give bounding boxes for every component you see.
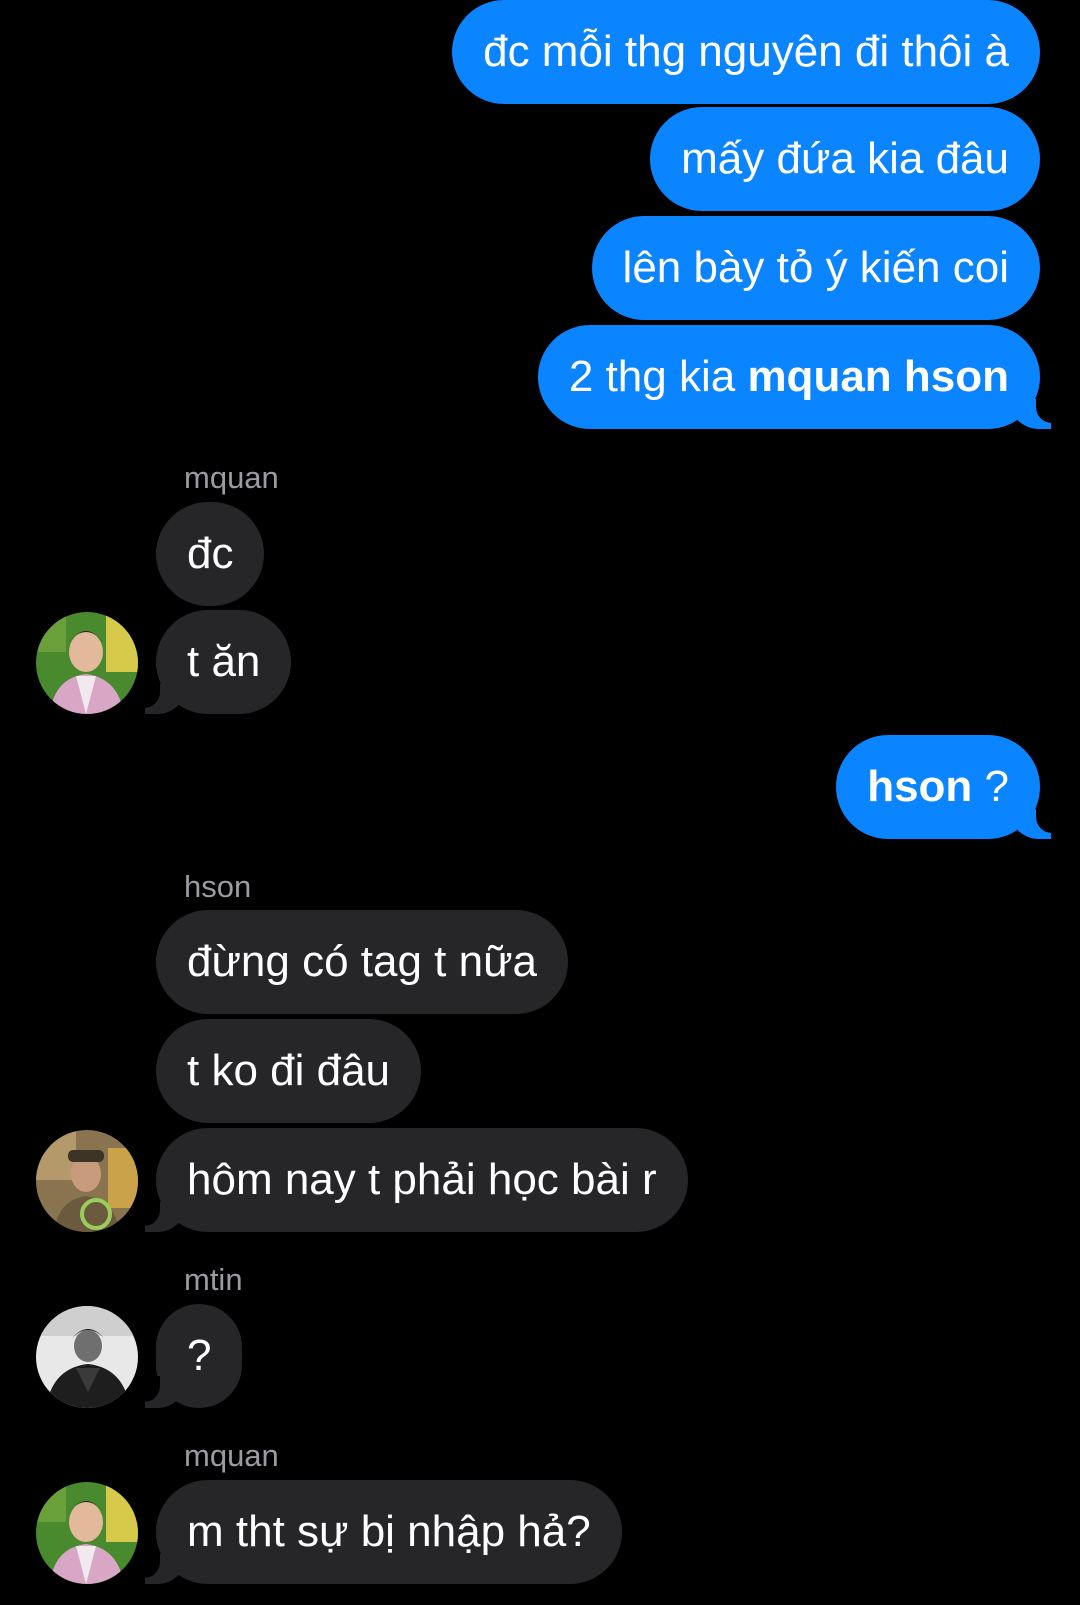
message-text: m tht sự bị nhập hả? xyxy=(187,1507,591,1556)
message-text: ? xyxy=(187,1331,212,1380)
incoming-message-bubble[interactable]: m tht sự bị nhập hả? xyxy=(156,1480,622,1584)
outgoing-message-bubble[interactable]: 2 thg kia mquan hson xyxy=(537,325,1040,429)
avatar[interactable] xyxy=(36,1482,138,1584)
avatar[interactable] xyxy=(36,612,138,714)
incoming-message-bubble[interactable]: đc xyxy=(156,502,265,606)
mention-tag[interactable]: hson xyxy=(867,762,972,811)
bubble-tail xyxy=(1009,807,1052,839)
bubble-tail xyxy=(144,1200,187,1232)
avatar-mquan-image xyxy=(36,612,138,714)
incoming-message-bubble[interactable]: đừng có tag t nữa xyxy=(156,910,569,1014)
message-text: đc mỗi thg nguyên đi thôi à xyxy=(483,27,1009,76)
incoming-message-bubble[interactable]: hôm nay t phải học bài r xyxy=(156,1128,688,1232)
message-text: 2 thg kia xyxy=(568,352,748,401)
bubble-tail xyxy=(144,682,187,714)
message-text: đừng có tag t nữa xyxy=(187,937,538,986)
message-text: lên bày tỏ ý kiến coi xyxy=(622,243,1009,292)
bubble-tail xyxy=(1009,397,1052,429)
outgoing-message-bubble[interactable]: đc mỗi thg nguyên đi thôi à xyxy=(452,0,1040,104)
outgoing-message-bubble[interactable]: hson ? xyxy=(836,735,1040,839)
message-text: đc xyxy=(187,529,234,578)
message-text: hôm nay t phải học bài r xyxy=(187,1155,657,1204)
mention-tag[interactable]: mquan hson xyxy=(747,352,1009,401)
message-text: ? xyxy=(972,762,1009,811)
avatar[interactable] xyxy=(36,1130,138,1232)
incoming-message-bubble[interactable]: t ko đi đâu xyxy=(156,1019,422,1123)
message-text: t ăn xyxy=(187,637,261,686)
avatar[interactable] xyxy=(36,1306,138,1408)
message-text: mấy đứa kia đâu xyxy=(681,134,1009,183)
message-thread[interactable]: đc mỗi thg nguyên đi thôi à mấy đứa kia … xyxy=(0,0,1080,1605)
avatar-mtin-image xyxy=(36,1306,138,1408)
sender-name: hson xyxy=(184,869,252,904)
avatar-hson-image xyxy=(36,1130,138,1232)
outgoing-message-bubble[interactable]: lên bày tỏ ý kiến coi xyxy=(591,216,1040,320)
avatar-mquan-image xyxy=(36,1482,138,1584)
sender-name: mtin xyxy=(184,1262,243,1297)
message-text: t ko đi đâu xyxy=(187,1046,391,1095)
outgoing-message-bubble[interactable]: mấy đứa kia đâu xyxy=(650,107,1040,211)
sender-name: mquan xyxy=(184,1438,279,1473)
sender-name: mquan xyxy=(184,460,279,495)
bubble-tail xyxy=(144,1552,187,1584)
